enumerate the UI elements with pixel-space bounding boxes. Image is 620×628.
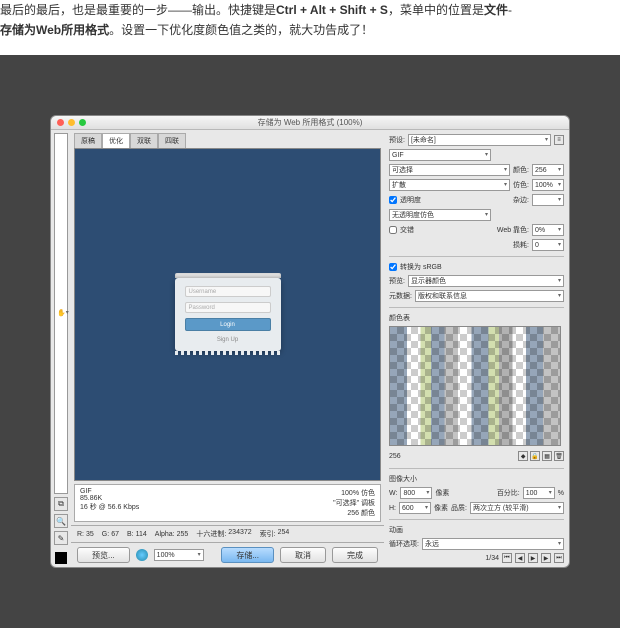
convert-srgb-checkbox[interactable]: 转换为 sRGB	[389, 262, 442, 272]
reduction-select[interactable]: 可选择	[389, 164, 510, 176]
done-button[interactable]: 完成	[332, 547, 378, 563]
format-select[interactable]: GIF	[389, 149, 491, 161]
height-input[interactable]: 600	[399, 502, 431, 514]
color-table[interactable]	[389, 326, 561, 446]
animation-label: 动画	[389, 525, 403, 535]
bottom-bar: 预览... 100% 存储... 取消 完成	[71, 542, 384, 567]
colors-input[interactable]: 256	[532, 164, 564, 176]
slice-tool[interactable]: ⧉	[54, 497, 68, 511]
quality-select[interactable]: 两次立方 (较平滑)	[470, 502, 564, 514]
frame-indicator: 1/34	[485, 555, 499, 562]
cancel-button[interactable]: 取消	[280, 547, 326, 563]
play-icon[interactable]: ▶	[528, 553, 538, 563]
colortable-label: 颜色表	[389, 313, 410, 323]
loss-label: 损耗:	[513, 240, 529, 250]
stat-format: GIF	[80, 488, 139, 495]
previewas-select[interactable]: 显示器颜色	[408, 275, 564, 287]
username-input: Username	[185, 286, 271, 297]
preview-canvas[interactable]: Username Password Login Sign Up	[74, 148, 381, 481]
login-button-art: Login	[185, 318, 271, 331]
login-form-art: Username Password Login Sign Up	[175, 278, 281, 351]
trans-dither-select[interactable]: 无透明度仿色	[389, 209, 491, 221]
signup-link-art: Sign Up	[185, 337, 271, 343]
intro-paragraph: 最后的最后，也是最重要的一步——输出。快捷键是Ctrl + Alt + Shif…	[0, 0, 620, 55]
prev-frame-icon[interactable]: ◀	[515, 553, 525, 563]
percent-input[interactable]: 100	[523, 487, 555, 499]
h-label: H:	[389, 505, 396, 512]
settings-panel: 预设:[未命名]≡ GIF 可选择颜色:256 扩散仿色:100% 透明度杂边:…	[384, 130, 569, 567]
tab-optimized[interactable]: 优化	[102, 133, 130, 148]
stat-palette: "可选择" 调板	[333, 498, 375, 508]
preview-stats: GIF 85.86K 16 秒 @ 56.6 Kbps 100% 仿色 "可选择…	[74, 484, 381, 522]
w-label: W:	[389, 490, 397, 497]
save-for-web-dialog: 存储为 Web 所用格式 (100%) ✋ ⧉ 🔍 ✎ 原稿 优化 双联 四联 …	[50, 115, 570, 568]
preset-menu-icon[interactable]: ≡	[554, 135, 564, 145]
metadata-label: 元数据:	[389, 291, 412, 301]
status-bar: R:35 G:67 B:114 Alpha:255 十六进制:234372 索引…	[71, 525, 384, 542]
matte-label: 杂边:	[513, 195, 529, 205]
stat-colors: 256 颜色	[333, 508, 375, 518]
last-frame-icon[interactable]: ⏭	[554, 553, 564, 563]
stat-dither: 100% 仿色	[333, 488, 375, 498]
dialog-title: 存储为 Web 所用格式 (100%)	[51, 117, 569, 128]
loop-label: 循环选项:	[389, 539, 419, 549]
percent-label: 百分比:	[497, 488, 520, 498]
preview-button[interactable]: 预览...	[77, 547, 130, 563]
tab-2up[interactable]: 双联	[130, 133, 158, 148]
ct-new-icon[interactable]: ▦	[542, 451, 552, 461]
ct-action-icon[interactable]: ◆	[518, 451, 528, 461]
preview-tabs: 原稿 优化 双联 四联	[71, 130, 384, 148]
tab-4up[interactable]: 四联	[158, 133, 186, 148]
next-frame-icon[interactable]: ▶	[541, 553, 551, 563]
transparency-checkbox[interactable]: 透明度	[389, 195, 421, 205]
matte-select[interactable]	[532, 194, 564, 206]
tab-original[interactable]: 原稿	[74, 133, 102, 148]
websnap-label: Web 靠色:	[497, 225, 529, 235]
zoom-tool[interactable]: 🔍	[54, 514, 68, 528]
preset-select[interactable]: [未命名]	[408, 134, 551, 146]
save-button[interactable]: 存储...	[221, 547, 274, 563]
dither-amt-input[interactable]: 100%	[532, 179, 564, 191]
loss-input[interactable]: 0	[532, 239, 564, 251]
first-frame-icon[interactable]: ⏮	[502, 553, 512, 563]
colors-label: 颜色:	[513, 165, 529, 175]
width-input[interactable]: 800	[400, 487, 432, 499]
eyedropper-tool[interactable]: ✎	[54, 531, 68, 545]
interlaced-checkbox[interactable]: 交错	[389, 225, 414, 235]
toolbar: ✋ ⧉ 🔍 ✎	[51, 130, 71, 567]
stat-size: 85.86K	[80, 495, 139, 502]
dither-select[interactable]: 扩散	[389, 179, 510, 191]
browser-preview-icon[interactable]	[136, 549, 148, 561]
imagesize-label: 图像大小	[389, 474, 417, 484]
dark-backdrop: 存储为 Web 所用格式 (100%) ✋ ⧉ 🔍 ✎ 原稿 优化 双联 四联 …	[0, 55, 620, 628]
password-input: Password	[185, 302, 271, 313]
stat-speed: 16 秒 @ 56.6 Kbps	[80, 502, 139, 512]
colortable-count: 256	[389, 453, 401, 460]
dither-amt-label: 仿色:	[513, 180, 529, 190]
hand-tool[interactable]: ✋	[54, 133, 68, 494]
ct-delete-icon[interactable]: 🗑	[554, 451, 564, 461]
zoom-select[interactable]: 100%	[154, 549, 204, 561]
websnap-input[interactable]: 0%	[532, 224, 564, 236]
loop-select[interactable]: 永远	[422, 538, 564, 550]
previewas-label: 预览:	[389, 276, 405, 286]
eyedropper-color[interactable]	[55, 552, 67, 564]
titlebar: 存储为 Web 所用格式 (100%)	[51, 116, 569, 130]
ct-lock-icon[interactable]: 🔒	[530, 451, 540, 461]
quality-label: 品质:	[451, 503, 467, 513]
preset-label: 预设:	[389, 135, 405, 145]
metadata-select[interactable]: 版权和联系信息	[415, 290, 564, 302]
